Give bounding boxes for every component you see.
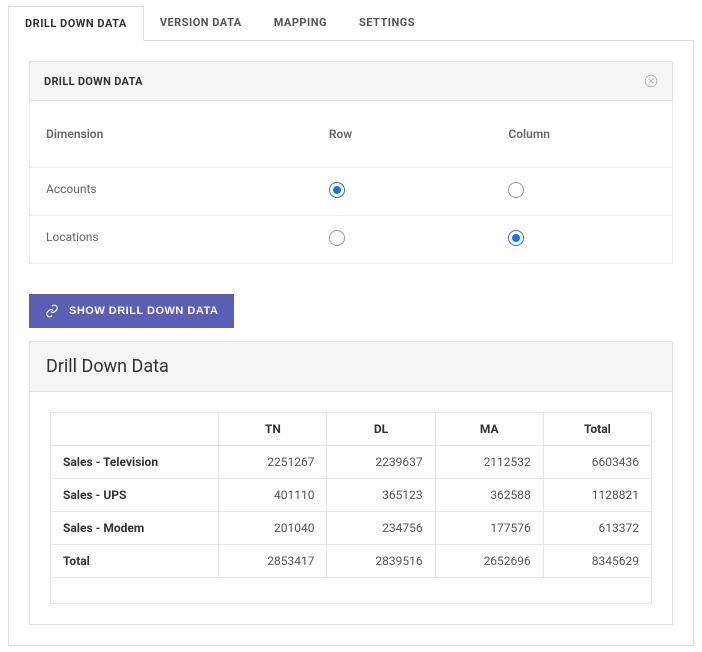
row-label: Sales - Modem [51,512,219,545]
show-drill-down-button[interactable]: SHOW DRILL DOWN DATA [29,294,234,328]
dimension-grid: Dimension Row Column Accounts Locations [29,101,673,264]
col-ma: MA [435,413,543,446]
table-cell: 234756 [327,512,435,545]
close-icon[interactable] [644,74,658,88]
table-row: Sales - UPS4011103651233625881128821 [51,479,652,512]
table-cell: 201040 [219,512,327,545]
table-cell: 6603436 [543,446,651,479]
tab-mapping[interactable]: MAPPING [258,6,343,40]
col-total: Total [543,413,651,446]
table-row: Sales - Television2251267223963721125326… [51,446,652,479]
table-cell: 2839516 [327,545,435,578]
table-cell: 2853417 [219,545,327,578]
table-cell: 613372 [543,512,651,545]
dim-accounts-label: Accounts [30,168,313,215]
data-table-title: Drill Down Data [30,342,672,392]
table-cell: 2112532 [435,446,543,479]
table-cell: 401110 [219,479,327,512]
panel-header: DRILL DOWN DATA [29,61,673,101]
tab-settings[interactable]: SETTINGS [343,6,431,40]
panel-title: DRILL DOWN DATA [44,75,143,88]
table-cell: 365123 [327,479,435,512]
drill-down-table: TN DL MA Total Sales - Television2251267… [50,412,652,604]
tab-version[interactable]: VERSION DATA [144,6,258,40]
show-button-label: SHOW DRILL DOWN DATA [69,305,218,317]
dim-header-row: Row [313,113,493,155]
table-cell: 362588 [435,479,543,512]
radio-accounts-row[interactable] [329,182,345,198]
row-label: Sales - UPS [51,479,219,512]
table-row: Total2853417283951626526968345629 [51,545,652,578]
dim-header-column: Column [492,113,672,155]
table-cell: 2652696 [435,545,543,578]
row-label: Total [51,545,219,578]
row-label: Sales - Television [51,446,219,479]
tab-bar: DRILL DOWN DATA VERSION DATA MAPPING SET… [8,6,694,41]
table-cell: 2239637 [327,446,435,479]
tab-drilldown[interactable]: DRILL DOWN DATA [8,6,144,41]
link-icon [45,304,59,318]
dim-locations-label: Locations [30,216,313,263]
table-row: Sales - Modem201040234756177576613372 [51,512,652,545]
table-cell: 1128821 [543,479,651,512]
table-cell: 8345629 [543,545,651,578]
dim-header-dimension: Dimension [30,113,313,155]
radio-accounts-column[interactable] [508,182,524,198]
col-dl: DL [327,413,435,446]
radio-locations-row[interactable] [329,230,345,246]
table-cell: 2251267 [219,446,327,479]
table-cell: 177576 [435,512,543,545]
col-tn: TN [219,413,327,446]
radio-locations-column[interactable] [508,230,524,246]
